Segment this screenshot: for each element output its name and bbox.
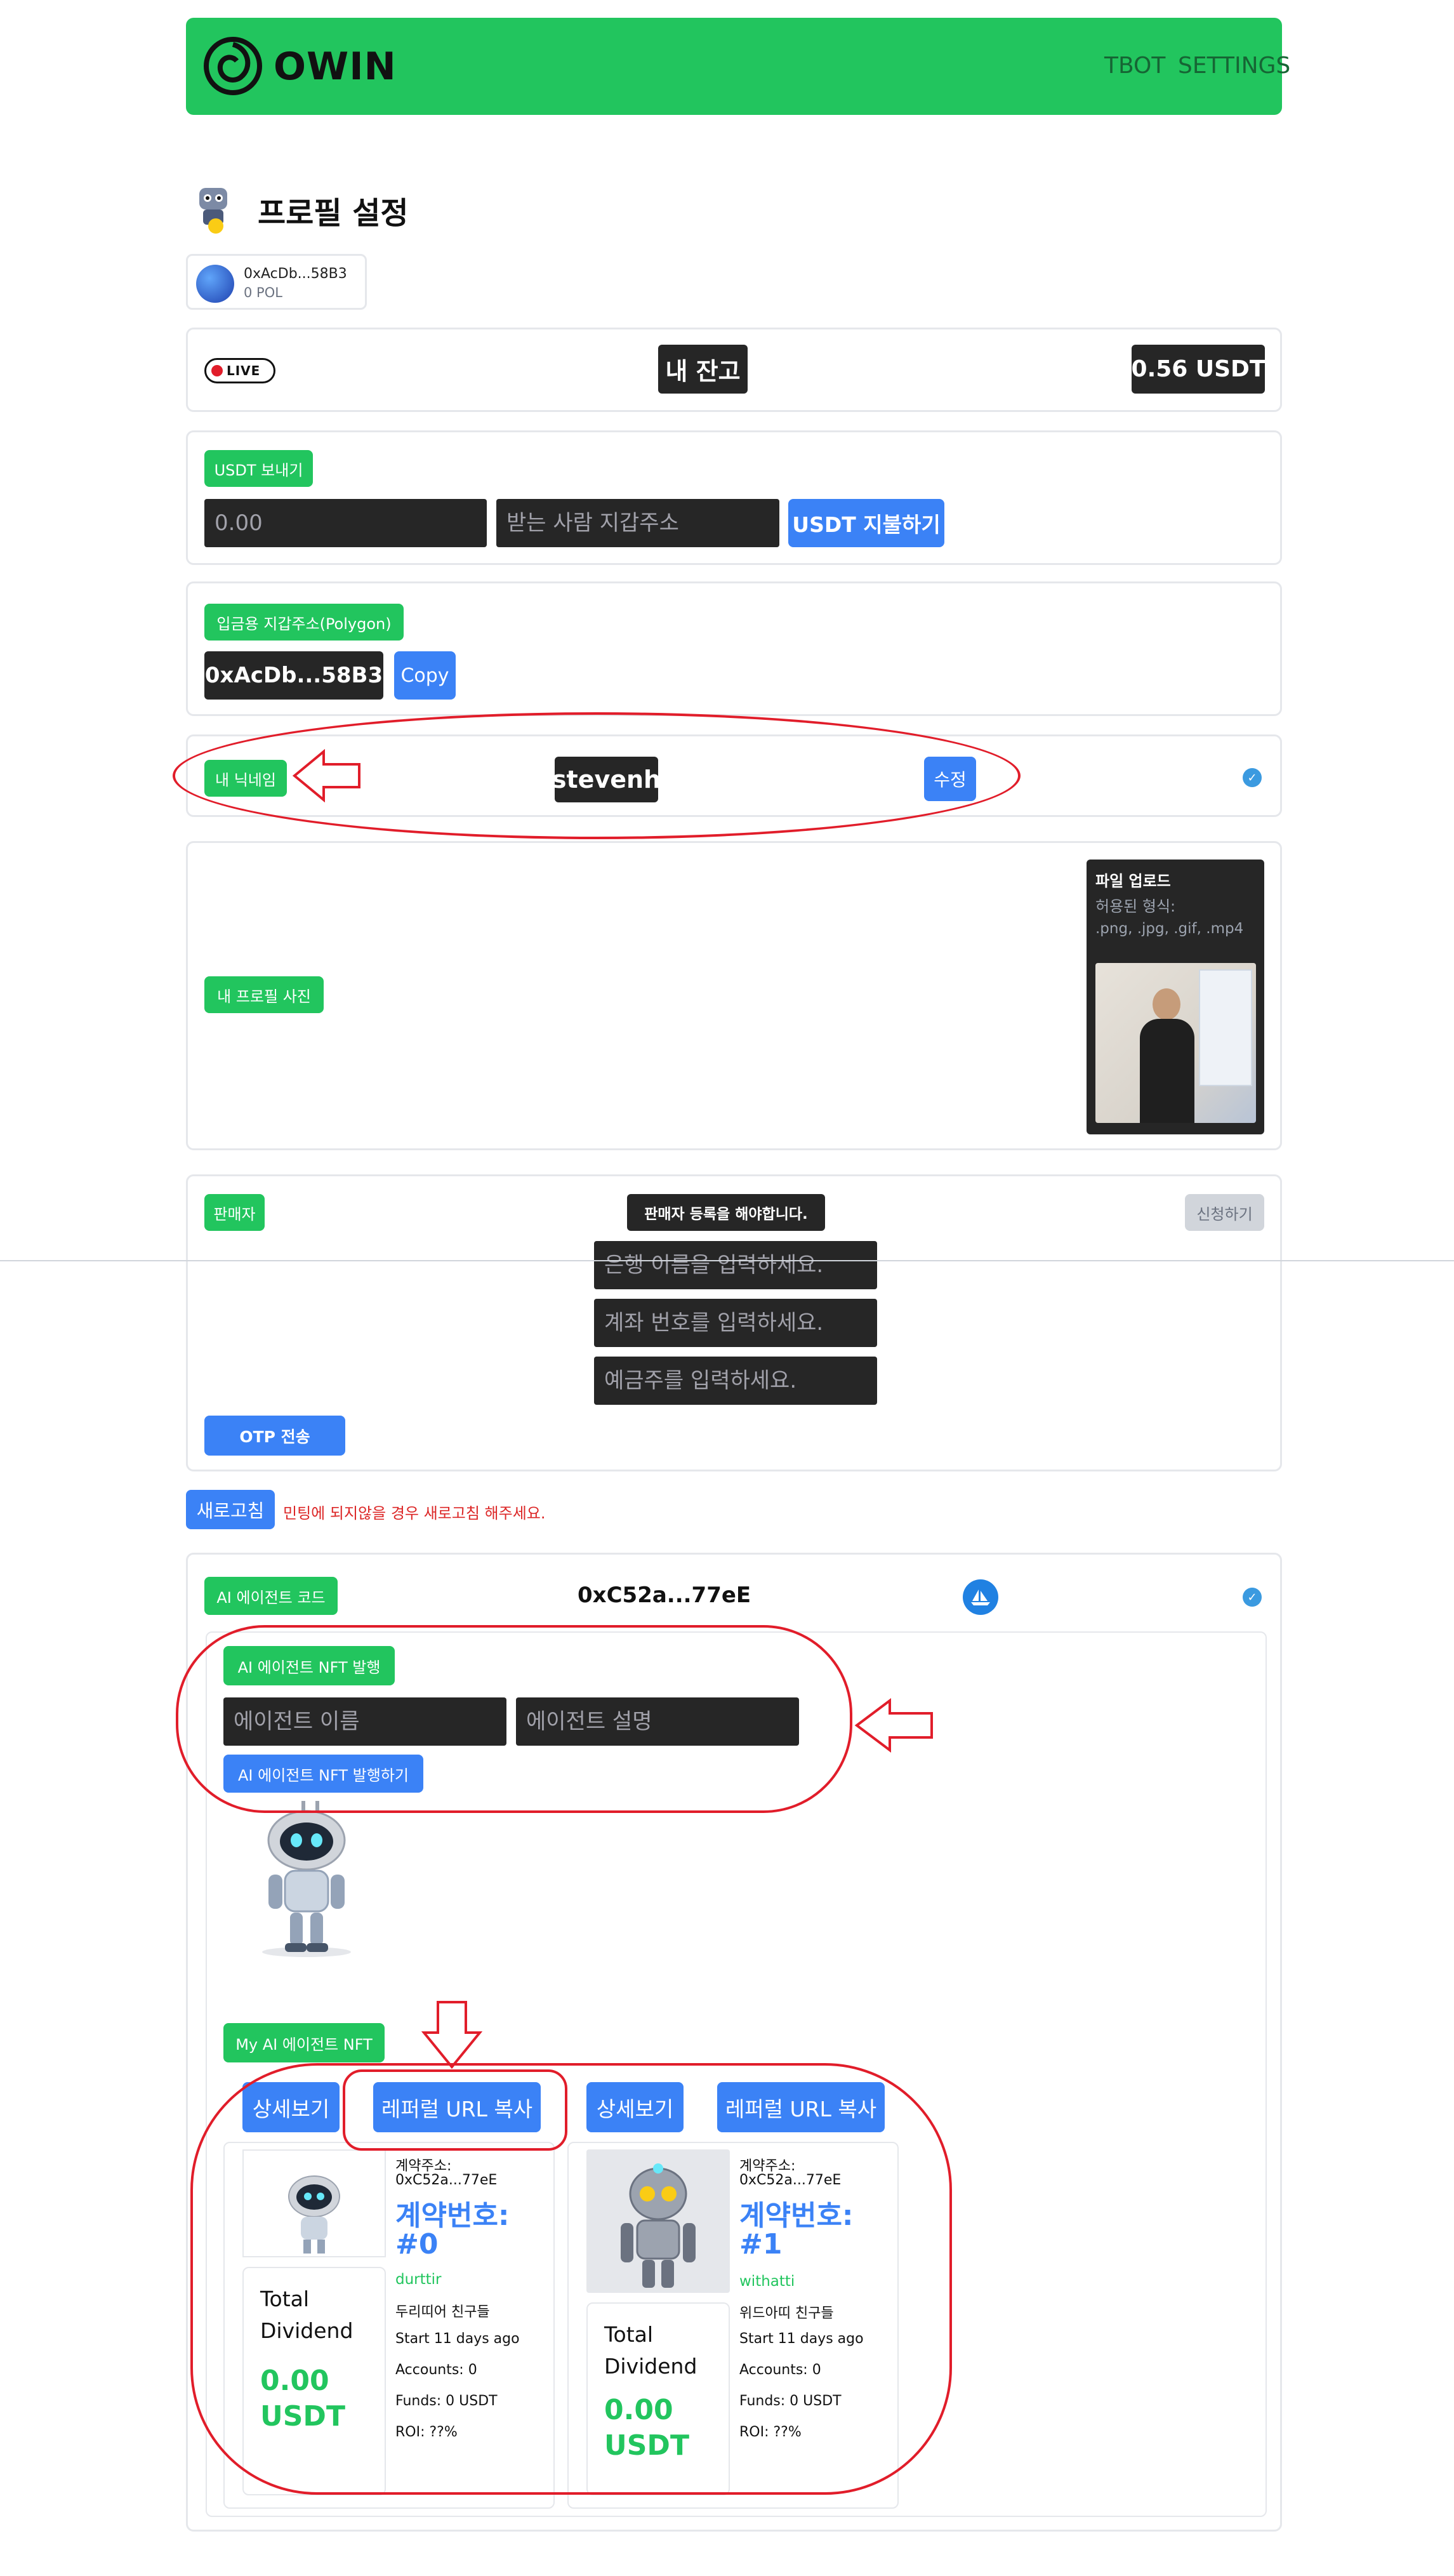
app-header: OWIN TBOT SETTINGS [186, 18, 1290, 115]
nickname-value: stevenh [552, 757, 661, 802]
nft-1-contract: 0xC52a...77eE [739, 2172, 842, 2188]
nft-0-accounts: Accounts: 0 [395, 2362, 477, 2378]
balance-amount: 0.56 USDT [1132, 345, 1265, 394]
wallet-address: 0xAcDb...58B3 [244, 266, 347, 282]
nft-0-detail-button[interactable]: 상세보기 [242, 2082, 340, 2132]
nft-0-name: durttir [395, 2271, 442, 2288]
agent-verified-icon: ✓ [1243, 1588, 1262, 1607]
agent-contract-address: 0xC52a...77eE [578, 1583, 751, 1608]
wallet-chip[interactable]: 0xAcDb...58B3 0 POL [186, 254, 367, 310]
profile-photo-badge: 내 프로필 사진 [204, 976, 324, 1013]
nft-1-accounts: Accounts: 0 [739, 2362, 821, 2378]
owin-logo-icon[interactable] [202, 36, 263, 96]
deposit-card: 입금용 지갑주소(Polygon) 0xAcDb...58B3 Copy [186, 581, 1282, 716]
my-balance-label: 내 잔고 [658, 345, 748, 394]
arrow-annotation-icon [292, 748, 362, 803]
nft-0-referral-button[interactable]: 레퍼럴 URL 복사 [373, 2082, 541, 2132]
nft-1-name: withatti [739, 2273, 795, 2290]
upload-title: 파일 업로드 [1095, 872, 1171, 890]
pay-usdt-button[interactable]: USDT 지불하기 [788, 499, 944, 547]
nft-0-dividend-box[interactable]: Total Dividend 0.00 USDT [242, 2267, 386, 2495]
bank-name-input[interactable] [594, 1241, 877, 1289]
live-icon: LIVE [204, 358, 275, 383]
nft-0-funds: Funds: 0 USDT [395, 2393, 498, 2409]
nft-1-dividend-box[interactable]: Total Dividend 0.00 USDT [586, 2302, 730, 2495]
agent-card: AI 에이전트 코드 0xC52a...77eE ✓ AI 에이전트 NFT 발… [186, 1553, 1282, 2532]
nft-1-desc: 위드아띠 친구들 [739, 2306, 834, 2321]
allowed-formats: .png, .jpg, .gif, .mp4 [1095, 920, 1244, 937]
copy-button[interactable]: Copy [394, 651, 456, 700]
nft-0-dividend-value: 0.00 USDT [260, 2365, 345, 2433]
nft-1-dividend-value: 0.00 USDT [604, 2394, 689, 2462]
page-title: 프로필 설정 [258, 196, 409, 231]
agent-name-input[interactable] [223, 1697, 506, 1746]
page-divider [0, 1260, 1454, 1261]
edit-nickname-button[interactable]: 수정 [924, 757, 976, 801]
deposit-address: 0xAcDb...58B3 [204, 651, 383, 700]
nft-1-number: #1 [739, 2228, 783, 2261]
wallet-balance: 0 POL [244, 285, 282, 300]
nft-1-roi: ROI: ??% [739, 2424, 802, 2440]
balance-card: LIVE 내 잔고 0.56 USDT [186, 328, 1282, 412]
refresh-button[interactable]: 새로고침 [186, 1490, 275, 1529]
nft-1-start: Start 11 days ago [739, 2331, 864, 2347]
deposit-badge: 입금용 지갑주소(Polygon) [204, 604, 404, 641]
verified-icon: ✓ [1243, 768, 1262, 787]
mint-nft-button[interactable]: AI 에이전트 NFT 발행하기 [223, 1755, 423, 1793]
profile-photo-card: 내 프로필 사진 파일 업로드 허용된 형식: .png, .jpg, .gif… [186, 841, 1282, 1150]
nft-1-image[interactable] [586, 2149, 730, 2293]
otp-send-button[interactable]: OTP 전송 [204, 1416, 345, 1456]
my-nft-badge: My AI 에이전트 NFT [223, 2023, 385, 2062]
refresh-note: 민팅에 되지않을 경우 새로고침 해주세요. [283, 1504, 546, 1522]
send-card: USDT 보내기 USDT 지불하기 [186, 430, 1282, 565]
amount-input[interactable] [204, 499, 487, 547]
seller-card: 판매자 판매자 등록을 해야합니다. 신청하기 OTP 전송 [186, 1174, 1282, 1471]
nickname-badge: 내 닉네임 [204, 760, 287, 797]
profile-photo[interactable] [1095, 963, 1256, 1123]
nft-0-desc: 두리띠어 친구들 [395, 2304, 490, 2320]
nft-0-contract: 0xC52a...77eE [395, 2172, 498, 2188]
nft-0-number-label: 계약번호: [395, 2200, 510, 2232]
recipient-address-input[interactable] [496, 499, 779, 547]
nft-1-referral-button[interactable]: 레퍼럴 URL 복사 [717, 2082, 885, 2132]
nav-tbot[interactable]: TBOT [1104, 53, 1165, 79]
allowed-label: 허용된 형식: [1095, 898, 1176, 915]
nft-1-number-label: 계약번호: [739, 2200, 854, 2232]
nft-0-dividend-label: Total Dividend [260, 2287, 354, 2343]
file-upload-box[interactable]: 파일 업로드 허용된 형식: .png, .jpg, .gif, .mp4 [1087, 860, 1264, 1134]
agent-description-input[interactable] [516, 1697, 799, 1746]
opensea-icon[interactable] [963, 1579, 998, 1615]
live-label: LIVE [227, 363, 261, 378]
nft-0-image[interactable] [242, 2149, 386, 2257]
account-holder-input[interactable] [594, 1357, 877, 1405]
avatar-robot-icon [190, 183, 236, 235]
robot-image [235, 1800, 378, 1960]
seller-badge: 판매자 [204, 1194, 265, 1231]
agent-code-badge: AI 에이전트 코드 [204, 1577, 338, 1615]
account-number-input[interactable] [594, 1299, 877, 1347]
send-badge: USDT 보내기 [204, 450, 313, 487]
mint-badge: AI 에이전트 NFT 발행 [223, 1646, 395, 1685]
wallet-avatar-icon [196, 265, 234, 303]
arrow-annotation-mint-icon [854, 1698, 934, 1753]
nft-0-number: #0 [395, 2228, 439, 2261]
apply-button[interactable]: 신청하기 [1185, 1194, 1264, 1231]
nft-card-0: 상세보기 레퍼럴 URL 복사 계약주소: 0xC52a...77eE 계약번호… [223, 2076, 567, 2514]
nft-1-funds: Funds: 0 USDT [739, 2393, 842, 2409]
arrow-annotation-down-icon [421, 2000, 483, 2069]
nft-0-start: Start 11 days ago [395, 2331, 520, 2347]
brand-name[interactable]: OWIN [274, 44, 397, 89]
seller-notice: 판매자 등록을 해야합니다. [627, 1194, 825, 1231]
nft-0-roi: ROI: ??% [395, 2424, 458, 2440]
nav-settings[interactable]: SETTINGS [1178, 53, 1290, 79]
nft-1-detail-button[interactable]: 상세보기 [586, 2082, 684, 2132]
nft-card-1: 상세보기 레퍼럴 URL 복사 계약주소: 0xC52a...77eE 계약번호… [567, 2076, 911, 2514]
nft-1-dividend-label: Total Dividend [604, 2322, 697, 2379]
